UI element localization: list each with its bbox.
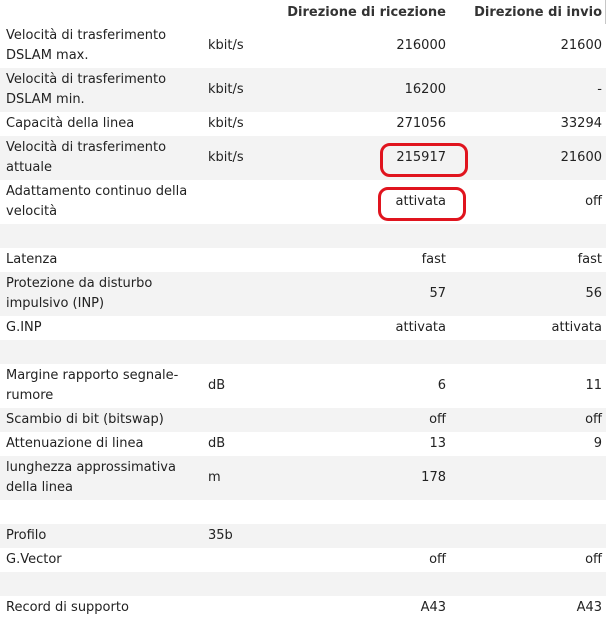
row-recv-value: 16200 [404,82,446,97]
row-label: Velocità di trasferimento DSLAM min. [6,72,167,107]
header-send: Direzione di invio [474,5,602,20]
row-unit: kbit/s [208,150,244,165]
dsl-info-panel: Direzione di ricezione Direzione di invi… [0,0,606,620]
row-send-value: off [585,194,602,209]
table-row: Adattamento continuo della velocità atti… [0,180,606,224]
table-row: Profilo 35b [0,524,606,548]
spacer-row [0,340,606,364]
row-label: lunghezza approssimativa della linea [6,460,176,495]
table-row: Attenuazione di linea dB 13 9 [0,432,606,456]
row-recv-value: 13 [429,436,446,451]
table-row: Scambio di bit (bitswap) off off [0,408,606,432]
table-row: Latenza fast fast [0,248,606,272]
row-recv-value: A43 [420,600,446,615]
highlight-oval-rate-adaptation [378,187,466,221]
row-unit: kbit/s [208,38,244,53]
row-send-value: 21600 [560,150,602,165]
row-recv-value: 271056 [396,116,446,131]
row-send-value: 56 [585,286,602,301]
table-row: Capacità della linea kbit/s 271056 33294 [0,112,606,136]
table-row: lunghezza approssimativa della linea m 1… [0,456,606,500]
row-recv-value: 6 [437,378,446,393]
row-unit: m [208,470,221,485]
row-send-value: fast [577,252,602,267]
row-send-value: 21600 [560,38,602,53]
row-send-value: off [585,552,602,567]
row-label: Record di supporto [6,600,129,615]
row-recv-value: attivata [395,320,447,335]
table-row: Protezione da disturbo impulsivo (INP) 5… [0,272,606,316]
table-row: G.Vector off off [0,548,606,572]
row-recv-value: fast [421,252,446,267]
spacer-row [0,500,606,524]
row-send-value: 33294 [560,116,602,131]
row-recv-value: 216000 [396,38,446,53]
row-unit: kbit/s [208,82,244,97]
row-send-value: 9 [593,436,602,451]
row-recv-value: off [429,552,446,567]
row-recv-value: off [429,412,446,427]
row-recv-value: 178 [421,470,446,485]
row-label: Velocità di trasferimento attuale [6,140,167,175]
row-unit: kbit/s [208,116,244,131]
table-row: Velocità di trasferimento attuale kbit/s… [0,136,606,180]
table-row: Margine rapporto segnale-rumore dB 6 11 [0,364,606,408]
table-header: Direzione di ricezione Direzione di invi… [0,0,606,24]
row-send-value: attivata [551,320,603,335]
row-label: G.Vector [6,552,62,567]
highlight-oval-current-rate [380,143,468,177]
table-row: G.INP attivata attivata [0,316,606,340]
row-label: Attenuazione di linea [6,436,144,451]
row-label: Adattamento continuo della velocità [6,184,188,219]
row-label: Protezione da disturbo impulsivo (INP) [6,276,153,311]
row-label: Margine rapporto segnale-rumore [6,368,179,403]
row-send-value: 11 [585,378,602,393]
row-unit: dB [208,378,226,393]
row-label: Velocità di trasferimento DSLAM max. [6,28,167,63]
row-label: G.INP [6,320,42,335]
table-row: Velocità di trasferimento DSLAM max. kbi… [0,24,606,68]
header-recv: Direzione di ricezione [287,5,446,20]
table-row: Velocità di trasferimento DSLAM min. kbi… [0,68,606,112]
table-row: Record di supporto A43 A43 [0,596,606,620]
row-unit: 35b [208,528,233,543]
row-label: Scambio di bit (bitswap) [6,412,164,427]
row-label: Capacità della linea [6,116,135,131]
row-label: Profilo [6,528,47,543]
spacer-row [0,224,606,248]
spacer-row [0,572,606,596]
row-send-value: A43 [576,600,602,615]
row-label: Latenza [6,252,58,267]
row-send-value: off [585,412,602,427]
row-send-value: - [597,82,602,97]
row-unit: dB [208,436,226,451]
row-recv-value: 57 [429,286,446,301]
